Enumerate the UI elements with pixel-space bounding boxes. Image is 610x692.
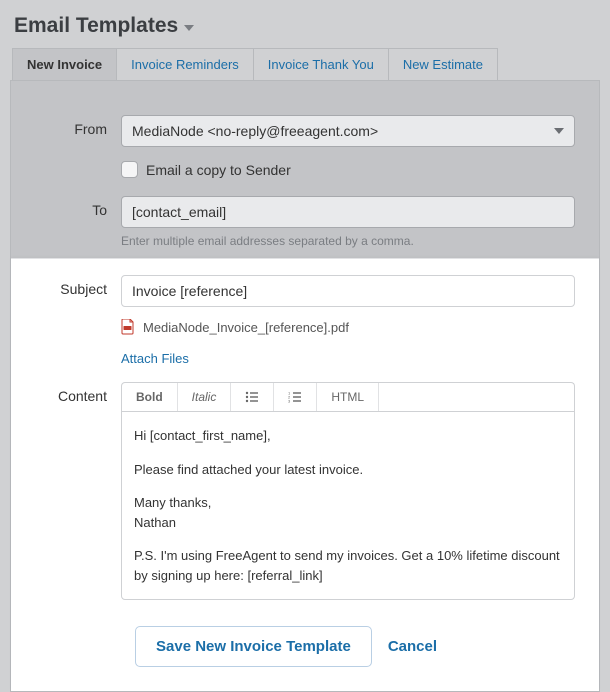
copy-to-sender-checkbox[interactable] <box>121 161 138 178</box>
copy-to-sender-label: Email a copy to Sender <box>146 162 291 178</box>
content-p1: Hi [contact_first_name], <box>134 426 562 446</box>
content-p4: P.S. I'm using FreeAgent to send my invo… <box>134 546 562 585</box>
from-select-value: MediaNode <no-reply@freeagent.com> <box>132 123 378 139</box>
bullet-list-button[interactable] <box>231 383 274 411</box>
bold-button[interactable]: Bold <box>122 383 178 411</box>
page-title[interactable]: Email Templates <box>14 14 600 38</box>
tabs: New Invoice Invoice Reminders Invoice Th… <box>12 48 600 80</box>
pdf-icon <box>121 319 135 335</box>
to-hint: Enter multiple email addresses separated… <box>121 234 575 248</box>
subject-input[interactable] <box>121 275 575 307</box>
numbered-list-button[interactable]: 123 <box>274 383 317 411</box>
tab-invoice-reminders[interactable]: Invoice Reminders <box>116 48 254 80</box>
tab-new-invoice[interactable]: New Invoice <box>12 48 117 80</box>
content-editor[interactable]: Hi [contact_first_name], Please find att… <box>121 411 575 600</box>
cancel-button[interactable]: Cancel <box>388 638 437 655</box>
subject-label: Subject <box>35 275 121 297</box>
save-button[interactable]: Save New Invoice Template <box>135 626 372 667</box>
to-label: To <box>35 196 121 218</box>
from-select[interactable]: MediaNode <no-reply@freeagent.com> <box>121 115 575 147</box>
numbered-list-icon: 123 <box>288 391 302 403</box>
svg-text:3: 3 <box>288 399 291 404</box>
chevron-down-icon <box>554 128 564 134</box>
caret-down-icon <box>184 25 194 31</box>
page-title-text: Email Templates <box>14 14 178 38</box>
from-label: From <box>35 115 121 137</box>
content-label: Content <box>35 382 121 404</box>
to-input[interactable] <box>121 196 575 228</box>
html-button[interactable]: HTML <box>317 383 379 411</box>
attach-files-link[interactable]: Attach Files <box>121 351 189 366</box>
panel: From MediaNode <no-reply@freeagent.com> … <box>10 80 600 692</box>
attachment-filename: MediaNode_Invoice_[reference].pdf <box>143 320 349 335</box>
bullet-list-icon <box>245 391 259 403</box>
editor-toolbar: Bold Italic 123 HTML <box>121 382 575 411</box>
content-p3: Many thanks,Nathan <box>134 493 562 532</box>
tab-new-estimate[interactable]: New Estimate <box>388 48 498 80</box>
tab-invoice-thank-you[interactable]: Invoice Thank You <box>253 48 389 80</box>
italic-button[interactable]: Italic <box>178 383 232 411</box>
content-p2: Please find attached your latest invoice… <box>134 460 562 480</box>
